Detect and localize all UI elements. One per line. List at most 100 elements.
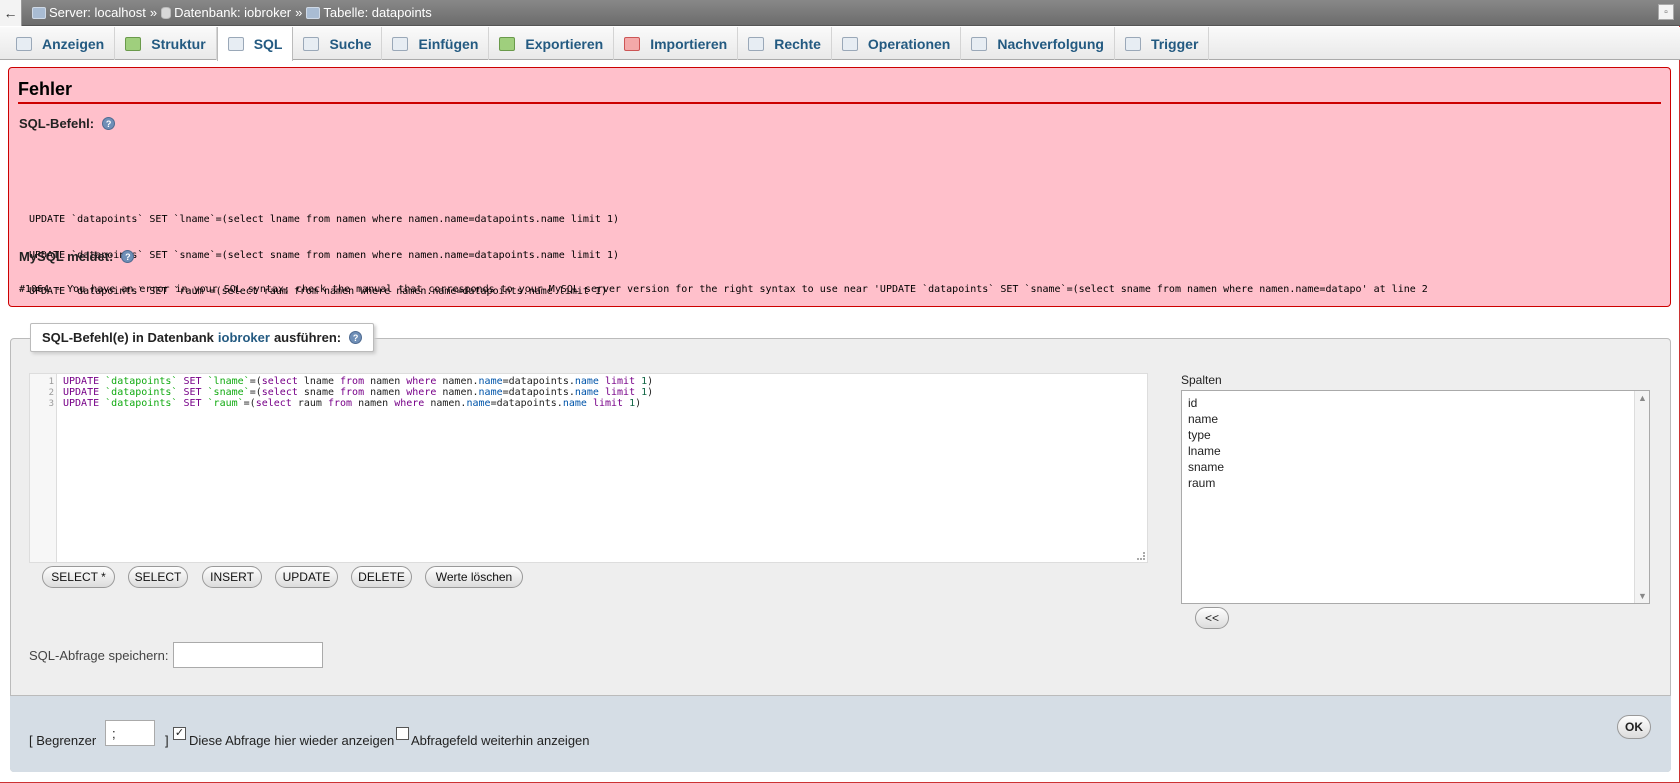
breadcrumb-server-link[interactable]: Server: localhost (49, 5, 146, 20)
browse-icon (16, 36, 32, 51)
search-icon (303, 36, 320, 51)
column-option[interactable]: name (1182, 411, 1649, 427)
error-title: Fehler (18, 79, 1661, 104)
database-icon (161, 6, 172, 19)
tab-operationen[interactable]: Operationen (832, 27, 962, 60)
column-option[interactable]: sname (1182, 459, 1649, 475)
structure-icon (125, 36, 142, 51)
columns-listbox[interactable]: id name type lname sname raum ▲ ▼ (1181, 390, 1650, 604)
show-query-checkbox[interactable]: ✓ (173, 727, 186, 740)
sql-line: UPDATE `datapoints` SET `lname`=(select … (29, 214, 620, 225)
delimiter-input[interactable]: ; (105, 720, 155, 746)
editor-line-1[interactable]: UPDATE `datapoints` SET `lname`=(select … (63, 376, 653, 387)
tab-label: Importieren (650, 35, 728, 52)
tab-label: Einfügen (418, 35, 479, 52)
breadcrumb-separator: » (295, 5, 303, 20)
breadcrumb-database-link[interactable]: Datenbank: iobroker (174, 5, 291, 20)
retain-query-box-label[interactable]: Abfragefeld weiterhin anzeigen (411, 733, 590, 748)
database-link[interactable]: iobroker (218, 330, 270, 345)
tab-exportieren[interactable]: Exportieren (489, 27, 615, 60)
table-icon (306, 6, 321, 19)
save-query-input[interactable] (173, 642, 323, 668)
privileges-icon (748, 36, 765, 51)
resize-handle-icon[interactable] (1137, 552, 1145, 560)
tab-label: Anzeigen (42, 35, 105, 52)
tab-importieren[interactable]: Importieren (614, 27, 739, 60)
sql-icon (227, 37, 244, 51)
tab-label: Trigger (1150, 35, 1199, 52)
insert-button[interactable]: INSERT (202, 566, 262, 588)
tab-sql[interactable]: SQL (216, 27, 294, 61)
tab-trigger[interactable]: Trigger (1115, 27, 1210, 60)
scroll-up-icon[interactable]: ▲ (1638, 393, 1647, 403)
editor-line-2[interactable]: UPDATE `datapoints` SET `sname`=(select … (63, 387, 653, 398)
breadcrumb-separator: » (149, 5, 158, 20)
mysql-error-message: #1064 - You have an error in your SQL sy… (19, 284, 1428, 295)
save-query-label: SQL-Abfrage speichern: (29, 648, 169, 663)
show-query-label[interactable]: Diese Abfrage hier wieder anzeigen (189, 733, 394, 748)
update-button[interactable]: UPDATE (275, 566, 338, 588)
error-panel: Fehler SQL-Befehl: ? UPDATE `datapoints`… (8, 67, 1671, 307)
server-icon (32, 6, 46, 19)
tab-rechte[interactable]: Rechte (738, 27, 832, 60)
import-icon (624, 36, 641, 51)
collapse-navigation-button[interactable]: ← (0, 0, 22, 26)
column-option[interactable]: id (1182, 395, 1649, 411)
help-icon[interactable]: ? (102, 117, 116, 130)
maximize-icon[interactable]: ▫ (1658, 4, 1674, 20)
legend-prefix: SQL-Befehl(e) in Datenbank (42, 330, 214, 345)
breadcrumb-table[interactable]: Tabelle: datapoints (306, 5, 432, 20)
breadcrumb-table-link[interactable]: Tabelle: datapoints (323, 5, 431, 20)
select-star-button[interactable]: SELECT * (42, 566, 115, 588)
clear-values-button[interactable]: Werte löschen (425, 566, 523, 588)
tab-label: SQL (253, 36, 283, 52)
tab-label: Struktur (151, 35, 206, 52)
line-number-gutter: 1 2 3 (30, 374, 57, 562)
tab-bar: Anzeigen Struktur SQL Suche Einfügen Exp… (0, 27, 1680, 61)
breadcrumb-server[interactable]: Server: localhost (32, 5, 146, 20)
scroll-down-icon[interactable]: ▼ (1638, 591, 1647, 601)
tab-label: Nachverfolgung (997, 35, 1104, 52)
mysql-response-label: MySQL meldet: (19, 249, 114, 264)
select-button[interactable]: SELECT (128, 566, 188, 588)
legend-suffix: ausführen: (273, 330, 342, 345)
tab-label: Suche (329, 35, 372, 52)
delimiter-label: [ Begrenzer (29, 733, 97, 748)
sql-editor[interactable]: 1 2 3 UPDATE `datapoints` SET `lname`=(s… (29, 373, 1148, 563)
trigger-icon (1124, 36, 1141, 51)
sql-command-label: SQL-Befehl: (19, 116, 95, 131)
tab-nachverfolgung[interactable]: Nachverfolgung (961, 27, 1115, 60)
line-number: 3 (48, 399, 54, 409)
delimiter-bracket: ] (165, 733, 169, 748)
column-option[interactable]: type (1182, 427, 1649, 443)
mysql-response-heading: MySQL meldet: ? (19, 249, 135, 264)
operations-icon (841, 36, 858, 51)
column-option[interactable]: lname (1182, 443, 1649, 459)
sql-query-legend: SQL-Befehl(e) in Datenbank iobroker ausf… (30, 323, 375, 352)
help-icon[interactable]: ? (121, 250, 135, 263)
editor-line-3[interactable]: UPDATE `datapoints` SET `raum`=(select r… (63, 398, 641, 409)
breadcrumb: ← Server: localhost » Datenbank: iobroke… (0, 0, 1680, 26)
tab-label: Rechte (774, 35, 821, 52)
column-option[interactable]: raum (1182, 475, 1649, 491)
sql-command-heading: SQL-Befehl: ? (19, 116, 116, 131)
breadcrumb-database[interactable]: Datenbank: iobroker (161, 5, 291, 20)
tab-struktur[interactable]: Struktur (115, 27, 217, 60)
export-icon (499, 36, 516, 51)
insert-icon (392, 36, 409, 51)
help-icon[interactable]: ? (349, 331, 363, 344)
ok-button[interactable]: OK (1617, 715, 1651, 739)
tab-einfuegen[interactable]: Einfügen (382, 27, 490, 60)
retain-query-box-checkbox[interactable] (396, 727, 409, 740)
delete-button[interactable]: DELETE (351, 566, 412, 588)
line-number: 2 (48, 388, 54, 398)
tab-label: Operationen (867, 35, 951, 52)
insert-column-button[interactable]: << (1195, 607, 1229, 629)
line-number: 1 (48, 377, 54, 387)
tab-anzeigen[interactable]: Anzeigen (6, 27, 116, 60)
columns-label: Spalten (1181, 373, 1222, 387)
tab-label: Exportieren (525, 35, 604, 52)
scrollbar[interactable]: ▲ ▼ (1634, 391, 1649, 603)
tracking-icon (971, 36, 988, 51)
tab-suche[interactable]: Suche (293, 27, 383, 60)
